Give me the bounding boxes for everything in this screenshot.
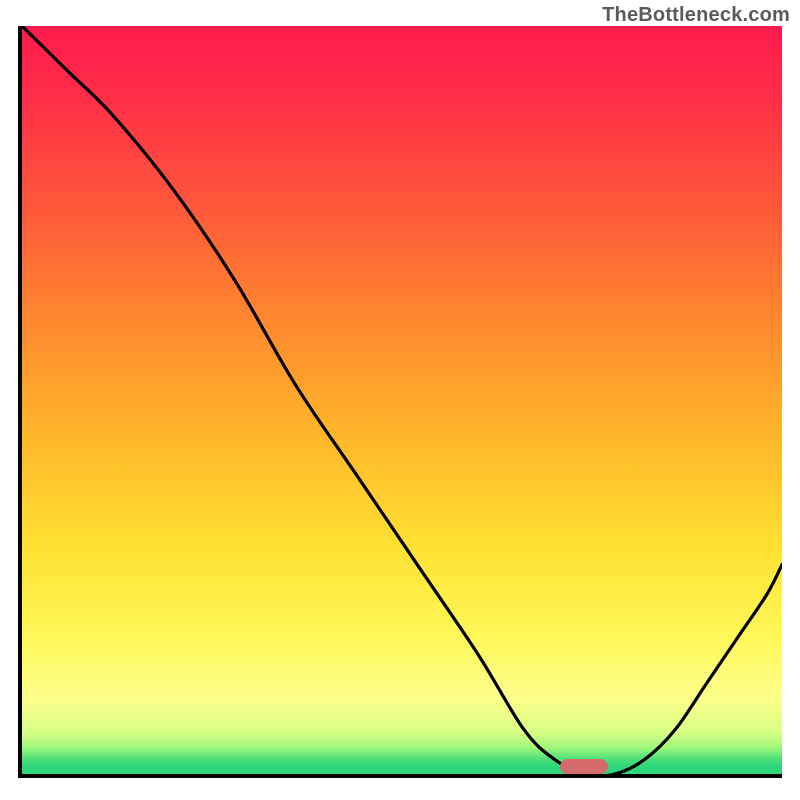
bottleneck-curve [22, 26, 782, 774]
watermark-text: TheBottleneck.com [602, 4, 790, 27]
plot-area [18, 26, 782, 778]
optimal-marker [560, 759, 608, 774]
